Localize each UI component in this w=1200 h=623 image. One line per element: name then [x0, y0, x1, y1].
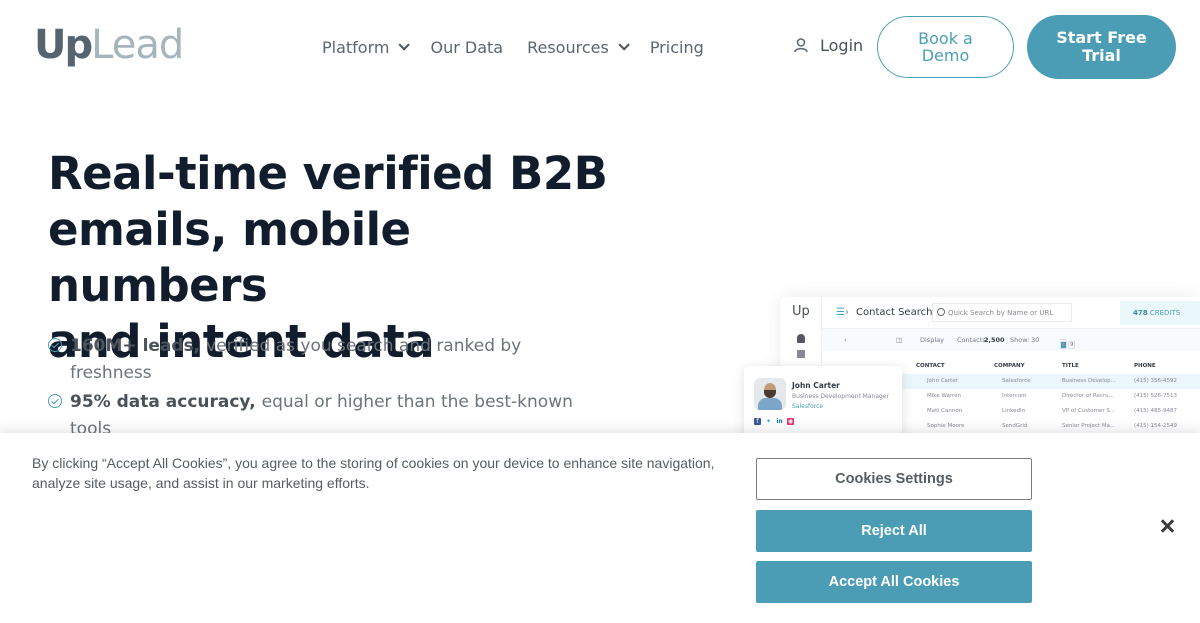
mock-table-row: Mike Warren Intercom Director of Recru..… — [902, 389, 1200, 404]
nav-pricing-label: Pricing — [649, 37, 704, 57]
cell-contact: Mike Warren — [927, 393, 962, 399]
mock-contacts-count: 2,500 — [984, 336, 1005, 344]
cell-title: Director of Recru... — [1062, 393, 1114, 399]
mock-search: Quick Search by Name or URL — [932, 303, 1072, 322]
login-link[interactable]: Login — [794, 36, 863, 55]
twitter-icon: ✦ — [765, 418, 772, 425]
cookie-text: By clicking “Accept All Cookies”, you ag… — [32, 455, 715, 491]
book-demo-line2: Demo — [921, 46, 970, 65]
logo-up: Up — [34, 22, 93, 68]
contacts-icon — [797, 334, 805, 343]
mock-logo: Up — [792, 304, 810, 319]
book-demo-line1: Book a — [918, 29, 973, 48]
col-company: COMPANY — [994, 363, 1025, 369]
hero-title-line: emails, mobile numbers — [48, 203, 411, 312]
check-circle-icon — [48, 338, 62, 352]
cookie-banner: By clicking “Accept All Cookies”, you ag… — [0, 433, 1200, 623]
cell-company: Salesforce — [1002, 378, 1031, 384]
page: 9 — [1068, 341, 1076, 349]
cell-company: LinkedIn — [1002, 408, 1026, 414]
credits-count: 478 — [1133, 309, 1148, 317]
mock-show-label: Show: — [1010, 336, 1030, 344]
feature-bold: 160M+ leads, — [70, 336, 201, 356]
user-icon — [794, 38, 808, 53]
cell-phone: (415) 485-9487 — [1134, 408, 1178, 414]
instagram-icon: ◉ — [787, 418, 794, 425]
cell-company: Intercom — [1002, 393, 1027, 399]
contact-card: John Carter Business Development Manager… — [744, 366, 902, 438]
mock-credits: 478 CREDITS — [1120, 301, 1200, 325]
chevron-down-icon — [398, 39, 411, 51]
accept-all-cookies-button[interactable]: Accept All Cookies — [756, 561, 1032, 603]
facebook-icon: f — [754, 418, 761, 425]
mock-toolbar: ‹ ◫ Display Contacts: 2,500 Show: 30 123… — [822, 329, 1200, 351]
mock-show-value: 30 — [1031, 336, 1040, 344]
uplead-logo[interactable]: Up Lead — [34, 22, 184, 68]
logo-lead: Lead — [91, 22, 184, 68]
book-demo-button[interactable]: Book a Demo — [877, 16, 1014, 78]
mock-display: Display — [920, 336, 944, 344]
companies-icon — [797, 350, 805, 358]
check-circle-icon — [48, 394, 62, 408]
login-label: Login — [820, 36, 864, 55]
nav-platform[interactable]: Platform — [322, 37, 411, 57]
close-icon[interactable] — [1157, 516, 1177, 536]
nav-platform-label: Platform — [322, 37, 390, 57]
feature-bold: 95% data accuracy, — [70, 392, 256, 412]
mock-table-row: Matt Cannon LinkedIn VP of Customer S...… — [902, 404, 1200, 419]
cell-title: VP of Customer S... — [1062, 408, 1116, 414]
columns-icon: ◫ — [896, 336, 903, 344]
reject-all-button[interactable]: Reject All — [756, 510, 1032, 552]
nav-resources-label: Resources — [527, 37, 609, 57]
avatar — [754, 378, 786, 410]
cell-contact: John Carter — [927, 378, 958, 384]
nav-resources[interactable]: Resources — [527, 37, 630, 57]
col-title: TITLE — [1062, 363, 1079, 369]
nav-our-data[interactable]: Our Data — [430, 38, 503, 57]
start-trial-line1: Start Free — [1056, 28, 1147, 47]
cell-contact: Matt Cannon — [927, 408, 963, 414]
mock-table-row: John Carter Salesforce Business Develop.… — [902, 374, 1200, 389]
mock-page-title: Contact Search — [856, 307, 933, 318]
mock-pagination: 1 2 3... 9 — [1060, 334, 1076, 349]
nav-pricing[interactable]: Pricing — [650, 38, 704, 57]
start-free-trial-button[interactable]: Start Free Trial — [1027, 15, 1176, 79]
cell-phone: (415) 526-7513 — [1134, 393, 1178, 399]
cell-contact: Sophie Moore — [927, 423, 965, 429]
mock-table-row: Sophie Moore SendGrid Senior Project Ma.… — [902, 419, 1200, 434]
card-company: Salesforce — [792, 403, 824, 410]
cell-company: SendGrid — [1002, 423, 1028, 429]
credits-label: CREDITS — [1149, 309, 1181, 317]
main-nav: Platform Our Data Resources Pricing — [322, 34, 728, 60]
col-contact: CONTACT — [916, 363, 945, 369]
chevron-left-icon: ‹ — [844, 336, 847, 344]
menu-icon: ☰› — [836, 307, 849, 318]
mock-table-header: CONTACT COMPANY TITLE PHONE — [902, 359, 1200, 374]
page: 3 — [1060, 341, 1067, 349]
cookies-settings-button[interactable]: Cookies Settings — [756, 458, 1032, 500]
hero-title-line: Real-time verified B2B — [48, 147, 608, 200]
card-name: John Carter — [792, 381, 840, 390]
nav-our-data-label: Our Data — [430, 37, 504, 57]
feature-item: 160M+ leads, verified as you search and r… — [48, 333, 588, 387]
cell-phone: (415) 154-2549 — [1134, 423, 1178, 429]
card-role: Business Development Manager — [792, 393, 889, 400]
cell-title: Business Develop... — [1062, 378, 1116, 384]
mock-topbar: ☰› Contact Search Quick Search by Name o… — [822, 297, 1200, 329]
col-phone: PHONE — [1134, 363, 1156, 369]
linkedin-icon: in — [776, 418, 783, 425]
card-socials: f ✦ in ◉ — [754, 418, 794, 425]
cell-title: Senior Project Ma... — [1062, 423, 1116, 429]
chevron-down-icon — [618, 39, 630, 51]
start-trial-line2: Trial — [1082, 46, 1121, 65]
cell-phone: (415) 356-4592 — [1134, 378, 1178, 384]
